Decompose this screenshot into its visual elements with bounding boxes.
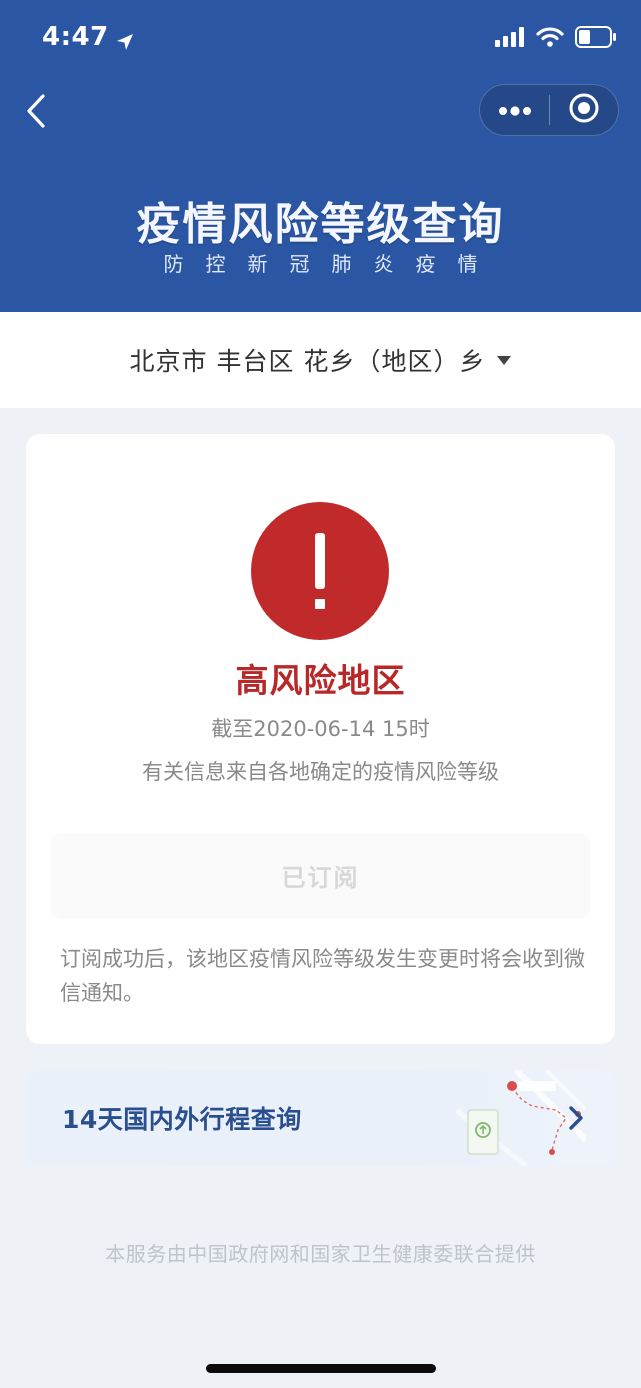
source-note: 有关信息来自各地确定的疫情风险等级 bbox=[142, 760, 499, 784]
more-dots-icon bbox=[498, 101, 532, 120]
status-bar: 4:47 bbox=[0, 0, 641, 78]
battery-icon bbox=[575, 26, 617, 52]
home-indicator[interactable] bbox=[206, 1364, 436, 1373]
close-button[interactable] bbox=[550, 84, 618, 136]
exclamation-icon bbox=[251, 502, 389, 640]
header: 4:47 疫情风险等级查询 防控新冠肺炎疫情 bbox=[0, 0, 641, 312]
close-target-icon bbox=[568, 92, 600, 128]
subscribe-button[interactable]: 已订阅 bbox=[52, 834, 589, 916]
signal-icon bbox=[495, 27, 525, 51]
more-button[interactable] bbox=[480, 84, 549, 136]
risk-level: 高风险地区 bbox=[235, 661, 406, 700]
location-selector[interactable]: 北京市 丰台区 花乡（地区）乡 bbox=[0, 312, 641, 408]
mini-program-capsule bbox=[479, 84, 619, 136]
page-subtitle: 防控新冠肺炎疫情 bbox=[163, 252, 500, 276]
page-title: 疫情风险等级查询 bbox=[136, 199, 505, 250]
risk-card: 高风险地区 截至2020-06-14 15时 有关信息来自各地确定的疫情风险等级… bbox=[26, 434, 615, 1044]
wifi-icon bbox=[536, 27, 564, 51]
status-time: 4:47 bbox=[42, 22, 109, 52]
itinerary-label: 14天国内外行程查询 bbox=[62, 1105, 302, 1134]
footer-note: 本服务由中国政府网和国家卫生健康委联合提供 bbox=[105, 1242, 536, 1266]
chevron-right-icon bbox=[566, 1102, 586, 1134]
status-icons bbox=[484, 26, 617, 52]
subscribe-note: 订阅成功后，该地区疫情风险等级发生变更时将会收到微信通知。 bbox=[60, 947, 585, 1005]
caret-down-icon bbox=[497, 355, 512, 365]
status-time-group: 4:47 bbox=[42, 22, 134, 52]
back-button[interactable] bbox=[16, 88, 56, 138]
chevron-left-icon bbox=[25, 93, 47, 133]
itinerary-query-card[interactable]: 14天国内外行程查询 bbox=[26, 1070, 615, 1166]
as-of-time: 截至2020-06-14 15时 bbox=[211, 717, 430, 741]
location-arrow-icon bbox=[116, 28, 134, 50]
location-text: 北京市 丰台区 花乡（地区）乡 bbox=[129, 347, 486, 376]
page: 4:47 疫情风险等级查询 防控新冠肺炎疫情 北京市 丰台区 花乡（地区）乡 高… bbox=[0, 0, 641, 1388]
